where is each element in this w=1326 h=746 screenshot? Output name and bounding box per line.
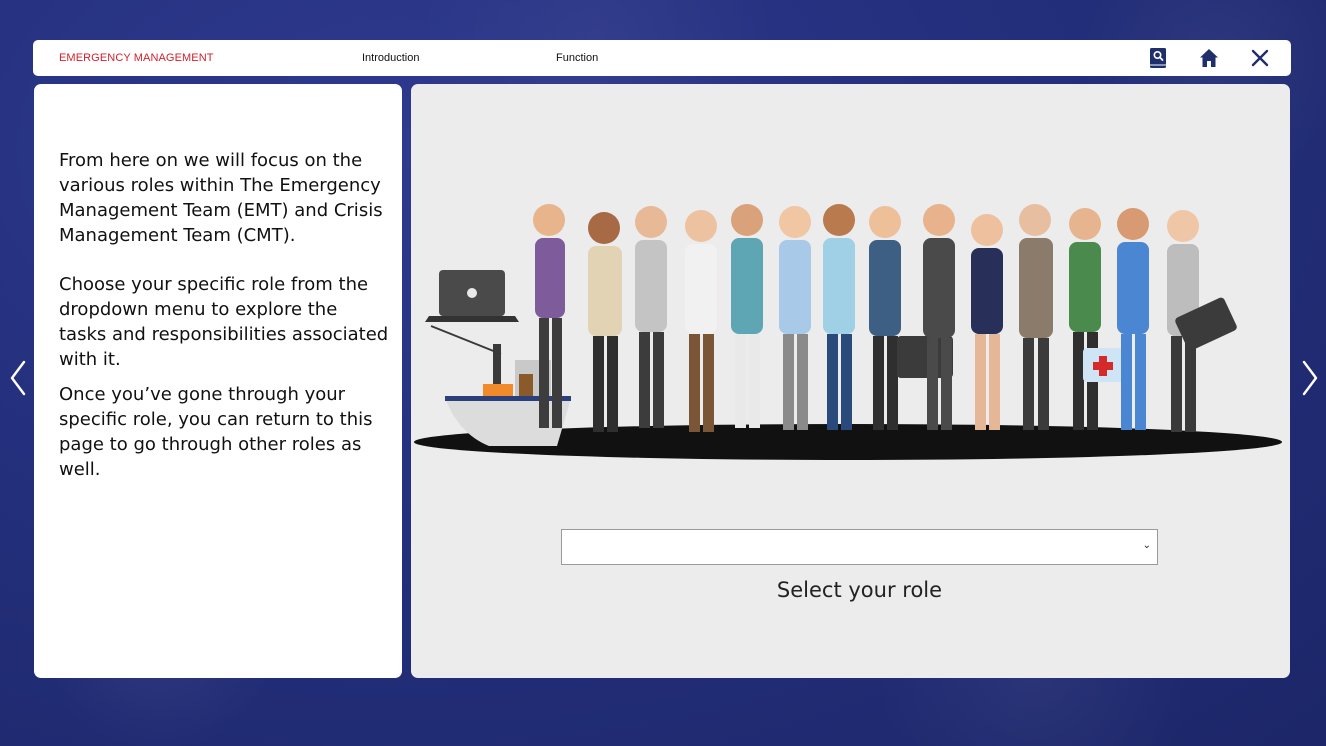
select-role-label: Select your role	[776, 578, 943, 602]
people-illustration	[533, 204, 1237, 432]
intro-paragraph: From here on we will focus on the variou…	[59, 150, 383, 246]
role-selection-panel: ⌄ Select your role	[411, 84, 1290, 678]
team-illustration	[414, 204, 1282, 460]
ship-illustration	[430, 325, 571, 446]
chevron-right-icon[interactable]	[1298, 358, 1322, 398]
instruction-paragraph: Choose your specific role from the dropd…	[59, 274, 389, 370]
brand-title: EMERGENCY MANAGEMENT	[59, 52, 214, 64]
chevron-down-icon: ⌄	[1142, 540, 1151, 551]
laptop-illustration	[425, 270, 519, 322]
return-paragraph: Once you’ve gone through your specific r…	[59, 384, 373, 480]
nav-introduction[interactable]: Introduction	[362, 52, 419, 64]
close-icon[interactable]	[1249, 47, 1271, 69]
role-dropdown[interactable]: ⌄	[561, 529, 1158, 565]
chevron-left-icon[interactable]	[6, 358, 30, 398]
top-bar: EMERGENCY MANAGEMENT Introduction Functi…	[33, 40, 1291, 76]
book-search-icon[interactable]	[1147, 47, 1169, 69]
nav-function[interactable]: Function	[556, 52, 598, 64]
home-icon[interactable]	[1198, 47, 1220, 69]
intro-text-panel: From here on we will focus on the variou…	[34, 84, 402, 678]
